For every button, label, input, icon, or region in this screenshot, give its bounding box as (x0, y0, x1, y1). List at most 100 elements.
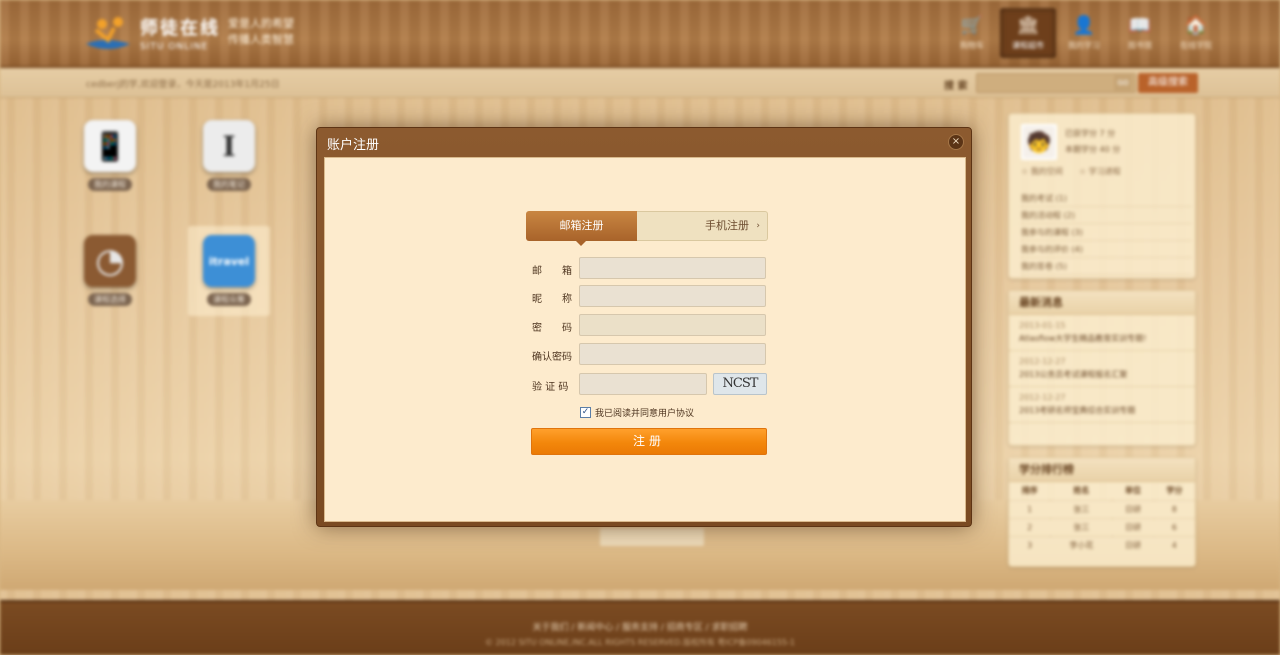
search-go-button[interactable]: GO (1114, 75, 1132, 91)
app-label: 课程选择 (88, 293, 132, 306)
rank-cell: 3 (1009, 535, 1051, 554)
column-header: 姓名 (1073, 486, 1090, 496)
column-header: 单位 (1124, 486, 1141, 496)
dialog-title: 账户注册 (327, 138, 380, 153)
register-button[interactable]: 注册 (531, 428, 767, 455)
agreement-label[interactable]: 我已阅读并同意用户协议 (595, 406, 694, 419)
news-date: 2013-01-15 (1019, 321, 1066, 330)
registration-dialog: 账户注册 × 邮箱注册 手机注册 › 邮 箱 昵 称 密 码 确认密码 验 证 … (316, 127, 972, 527)
main-nav: 🛒 购物车 🏛 课程超市 👤 我的学习 📖 图书馆 🏠 在线学院 (944, 8, 1224, 60)
nav-label: 购物车 (960, 40, 984, 50)
nav-online-college[interactable]: 🏠 在线学院 (1168, 8, 1224, 58)
rank-cell: 1 (1009, 499, 1051, 518)
table-row: 1 张三 日研 8 (1009, 499, 1195, 518)
app-course-select[interactable]: ◔ 课程选择 (80, 235, 140, 306)
welcome-text: cedberj的学,欢迎登录，今天是2013年1月25日 (86, 80, 280, 90)
password-field[interactable] (579, 314, 766, 336)
search-label: 搜 索 (944, 81, 968, 92)
points-cell: 6 (1153, 517, 1195, 536)
sub-bar: cedberj的学,欢迎登录，今天是2013年1月25日 搜 索 GO 高级搜索 (0, 68, 1280, 98)
points-cell: 8 (1153, 499, 1195, 518)
news-panel: 最新消息 2013-01-15 Atlasflow大学生精品教育实训专题! 20… (1008, 290, 1196, 446)
avatar[interactable]: 🧒 (1021, 124, 1057, 160)
news-item[interactable]: 2013-01-15 Atlasflow大学生精品教育实训专题! (1009, 315, 1195, 351)
unit-cell: 日研 (1112, 535, 1154, 554)
points-cell: 4 (1153, 535, 1195, 554)
slogan-line: 传播人类智慧 (228, 33, 294, 46)
news-title: 最新消息 (1009, 291, 1195, 315)
profile-list: 我的考试 (1) 我的活动程 (2) 我参与的课程 (3) 我参与的评价 (4)… (1021, 190, 1191, 275)
profile-panel: 🧒 已获学分 7 分 本期学分 40 分 ☆ 我的空间 ☆ 学习进程 我的考试 … (1008, 113, 1196, 279)
home-icon: 🏠 (1184, 14, 1208, 36)
app-my-notes[interactable]: I 我的笔记 (199, 120, 259, 191)
tab-label: 邮箱注册 (559, 219, 604, 232)
dialog-header: 账户注册 × (317, 128, 971, 156)
nickname-label: 昵 称 (532, 294, 572, 305)
search-input[interactable] (976, 73, 1136, 93)
list-item[interactable]: 我的考试 (1) (1021, 190, 1191, 207)
news-item[interactable]: 2012-12-27 2013公务员考试课程报名汇聚 (1009, 351, 1195, 387)
nav-label: 在线学院 (1180, 40, 1212, 50)
email-field[interactable] (579, 257, 766, 279)
nav-cart[interactable]: 🛒 购物车 (944, 8, 1000, 58)
footer-links[interactable]: 关于我们 / 新闻中心 / 服务支持 / 招商专区 / 求职招聘 (0, 620, 1280, 633)
nav-library[interactable]: 📖 图书馆 (1112, 8, 1168, 58)
nickname-field[interactable] (579, 285, 766, 307)
name-cell: 李小花 (1050, 535, 1113, 554)
list-item[interactable]: 我参与的评价 (4) (1021, 241, 1191, 258)
tab-phone-register[interactable]: 手机注册 › (637, 211, 768, 241)
footer-copyright: © 2012 SITU ONLINE,INC.ALL RIGHTS RESERV… (485, 638, 795, 647)
logo-icon (86, 17, 130, 49)
unit-cell: 日研 (1112, 499, 1154, 518)
logo-text: 师徒在线 SITU ONLINE (140, 14, 220, 52)
agree-checkbox[interactable]: ✓ (580, 406, 591, 418)
clock-icon: ◔ (84, 235, 136, 287)
nav-my-learning[interactable]: 👤 我的学习 (1056, 8, 1112, 58)
close-icon[interactable]: × (948, 134, 964, 150)
nav-label: 图书馆 (1128, 40, 1152, 50)
ranking-table: 排序 姓名 单位 学分 1 张三 日研 8 2 张三 日研 6 3 李小花 日研 (1009, 482, 1195, 554)
confirm-password-field[interactable] (579, 343, 766, 365)
page-indicator[interactable] (600, 528, 704, 546)
column-header: 学分 (1166, 486, 1183, 496)
news-item[interactable]: 2012-12-27 2013考研名师宝典综合实训专题 (1009, 387, 1195, 423)
captcha-image[interactable]: NCST (713, 373, 767, 395)
confirm-password-label: 确认密码 (532, 352, 572, 363)
nav-course-market[interactable]: 🏛 课程超市 (1000, 8, 1056, 58)
list-item[interactable]: 我参与的课程 (3) (1021, 224, 1191, 241)
news-headline: Atlasflow大学生精品教育实训专题! (1019, 334, 1147, 343)
advanced-search-button[interactable]: 高级搜索 (1138, 73, 1198, 93)
slogan: 爱是人的希望 传播人类智慧 (228, 16, 294, 48)
app-course-funding[interactable]: itravel 课程众筹 (199, 235, 259, 306)
password-label: 密 码 (532, 323, 572, 334)
captcha-label: 验 证 码 (532, 382, 569, 393)
top-bar: 师徒在线 SITU ONLINE 爱是人的希望 传播人类智慧 🛒 购物车 🏛 课… (0, 0, 1280, 68)
nav-label: 课程超市 (1012, 40, 1044, 50)
news-headline: 2013公务员考试课程报名汇聚 (1019, 370, 1128, 379)
logo-title: 师徒在线 (140, 18, 220, 39)
list-item[interactable]: 我的答卷 (5) (1021, 258, 1191, 275)
chevron-right-icon: › (756, 221, 760, 231)
list-item[interactable]: 我的活动程 (2) (1021, 207, 1191, 224)
news-date: 2012-12-27 (1019, 393, 1066, 402)
tab-email-register[interactable]: 邮箱注册 (526, 211, 637, 246)
travel-icon: itravel (203, 235, 255, 287)
dialog-body: 邮箱注册 手机注册 › 邮 箱 昵 称 密 码 确认密码 验 证 码 NCST … (324, 157, 966, 522)
register-tabs: 邮箱注册 手机注册 › (526, 211, 768, 246)
name-cell: 张三 (1050, 499, 1113, 518)
slogan-line: 爱是人的希望 (228, 17, 294, 30)
captcha-field[interactable] (579, 373, 707, 395)
table-row: 3 李小花 日研 4 (1009, 535, 1195, 554)
my-space-link[interactable]: ☆ 我的空间 (1021, 166, 1063, 177)
news-date: 2012-12-27 (1019, 357, 1066, 366)
profile-points: 已获学分 7 分 (1065, 129, 1116, 138)
logo-subtitle: SITU ONLINE (140, 42, 209, 52)
caret-down-icon (576, 241, 586, 246)
app-label: 我的课程 (88, 178, 132, 191)
learning-progress-link[interactable]: ☆ 学习进程 (1079, 166, 1121, 177)
name-cell: 张三 (1050, 517, 1113, 536)
book-icon: 📖 (1128, 14, 1152, 36)
ranking-panel: 学分排行榜 排序 姓名 单位 学分 1 张三 日研 8 2 张三 日研 6 3 (1008, 457, 1196, 567)
app-my-courses[interactable]: 📱 我的课程 (80, 120, 140, 191)
agreement-row: ✓ 我已阅读并同意用户协议 (580, 405, 694, 419)
